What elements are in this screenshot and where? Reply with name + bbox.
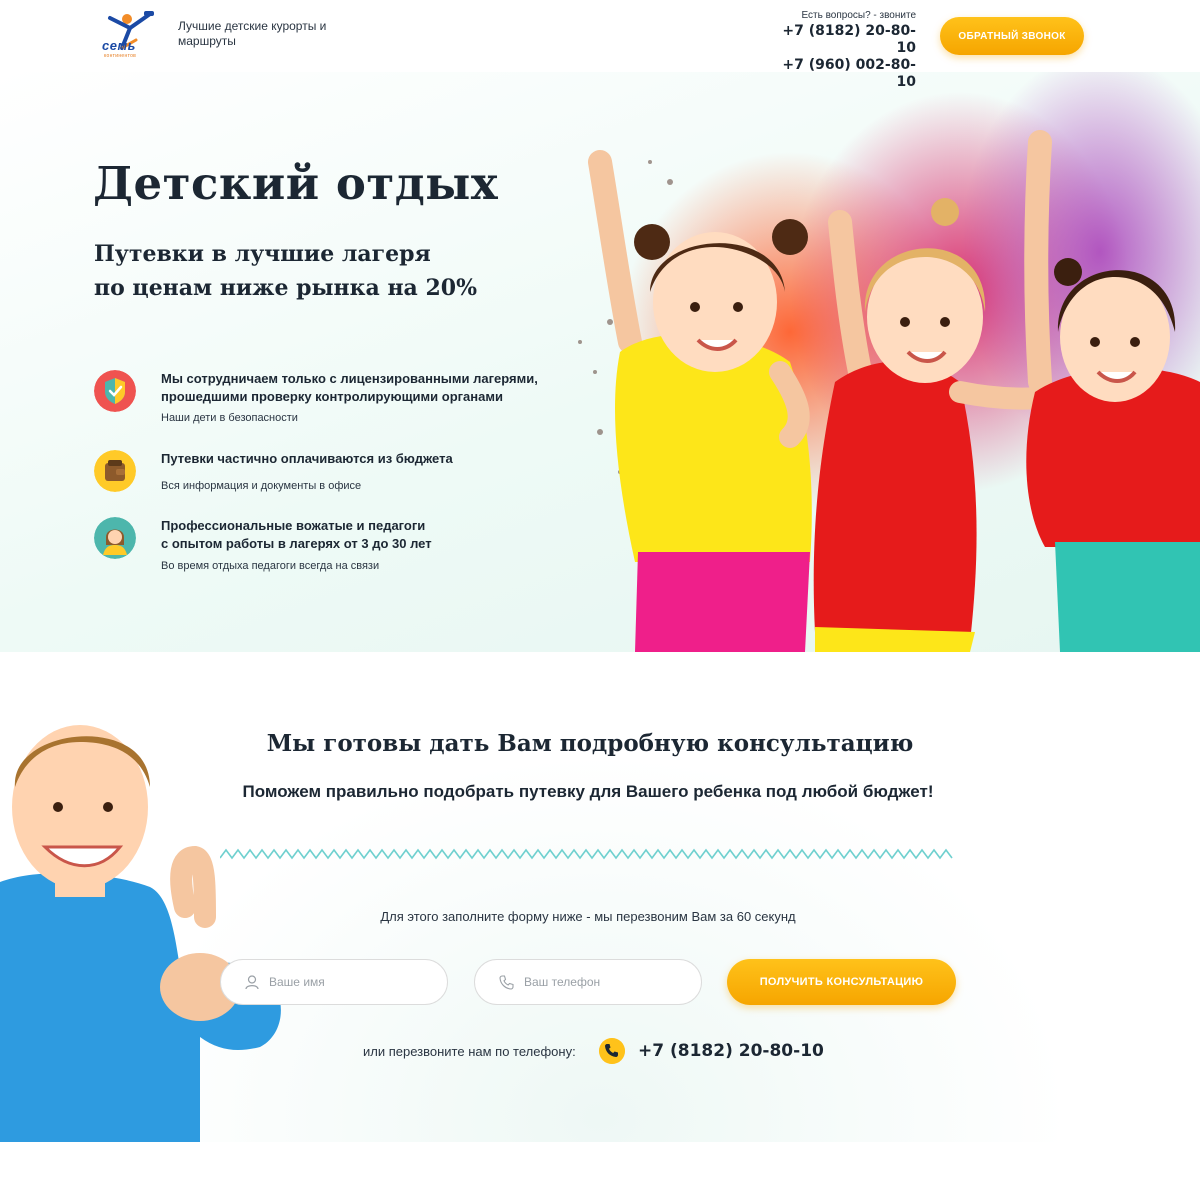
or-call-label: или перезвоните нам по телефону: bbox=[363, 1044, 576, 1059]
teacher-icon bbox=[94, 517, 136, 559]
feature-description: Во время отдыха педагоги всегда на связи bbox=[161, 560, 380, 572]
logo-text: семь bbox=[102, 38, 136, 53]
feature-title-line: с опытом работы в лагерях от 3 до 30 лет bbox=[161, 536, 432, 551]
hero-section: Детский отдых Путевки в лучшие лагеря по… bbox=[0, 72, 1200, 652]
feature-title: Путевки частично оплачиваются из бюджета bbox=[161, 451, 453, 466]
consultation-subtitle: Поможем правильно подобрать путевку для … bbox=[242, 782, 934, 801]
phone-icon bbox=[499, 974, 514, 990]
form-note: Для этого заполните форму ниже - мы пере… bbox=[380, 909, 796, 924]
consultation-title: Мы готовы дать Вам подробную консультаци… bbox=[266, 730, 914, 757]
phone-circle-icon bbox=[599, 1038, 625, 1064]
phone-input[interactable] bbox=[524, 975, 694, 989]
hero-subtitle-line-2: по ценам ниже рынка на 20% bbox=[94, 275, 477, 301]
feature-item: Профессиональные вожатые и педагоги с оп… bbox=[94, 517, 574, 577]
feature-description: Вся информация и документы в офисе bbox=[161, 480, 362, 492]
shield-icon bbox=[94, 370, 136, 412]
consultation-phone[interactable]: +7 (8182) 20-80-10 bbox=[638, 1041, 824, 1061]
header-phone-1[interactable]: +7 (8182) 20-80-10 bbox=[780, 23, 916, 57]
boy-photo bbox=[0, 725, 281, 1142]
hero-subtitle: Путевки в лучшие лагеря по ценам ниже ры… bbox=[94, 237, 524, 305]
wallet-icon bbox=[94, 450, 136, 492]
hero-title: Детский отдых bbox=[93, 157, 499, 210]
header-contacts: Есть вопросы? - звоните +7 (8182) 20-80-… bbox=[780, 10, 916, 91]
feature-item: Путевки частично оплачиваются из бюджета… bbox=[94, 450, 574, 495]
logo-subtext: континентов bbox=[104, 53, 137, 59]
site-header: семь континентов Лучшие детские курорты … bbox=[0, 0, 1200, 90]
hero-subtitle-line-1: Путевки в лучшие лагеря bbox=[94, 241, 431, 267]
feature-title: Мы сотрудничаем только с лицензированным… bbox=[161, 370, 581, 406]
feature-title-line: Профессиональные вожатые и педагоги bbox=[161, 518, 426, 533]
get-consultation-button[interactable]: ПОЛУЧИТЬ КОНСУЛЬТАЦИЮ bbox=[727, 959, 956, 1005]
callback-button[interactable]: ОБРАТНЫЙ ЗВОНОК bbox=[940, 17, 1084, 55]
consultation-section: Мы готовы дать Вам подробную консультаци… bbox=[0, 652, 1200, 1142]
feature-title-line: Мы сотрудничаем только с лицензированным… bbox=[161, 371, 538, 386]
feature-title-line: прошедшими проверку контролирующими орга… bbox=[161, 389, 503, 404]
name-input[interactable] bbox=[269, 975, 439, 989]
header-phone-2[interactable]: +7 (960) 002-80-10 bbox=[780, 57, 916, 91]
phone-field[interactable] bbox=[474, 959, 702, 1005]
header-tagline: Лучшие детские курорты и маршруты bbox=[178, 19, 327, 48]
kids-photo bbox=[578, 72, 1200, 652]
contacts-question: Есть вопросы? - звоните bbox=[801, 10, 916, 21]
feature-item: Мы сотрудничаем только с лицензированным… bbox=[94, 370, 574, 430]
feature-title: Профессиональные вожатые и педагоги с оп… bbox=[161, 517, 581, 553]
zigzag-divider bbox=[220, 848, 953, 860]
name-field[interactable] bbox=[220, 959, 448, 1005]
user-icon bbox=[245, 974, 259, 989]
feature-description: Наши дети в безопасности bbox=[161, 412, 298, 424]
